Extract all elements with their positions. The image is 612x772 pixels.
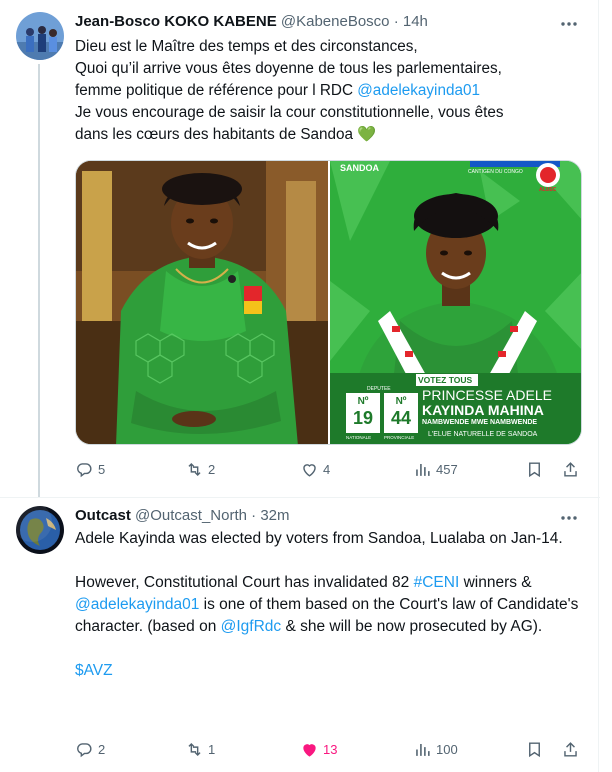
poster-name-line2: KAYINDA MAHINA bbox=[422, 402, 544, 418]
views-button[interactable]: 457 bbox=[413, 458, 458, 480]
tweet-actions: 2 1 13 100 bbox=[75, 738, 585, 760]
author-name[interactable]: Jean-Bosco KOKO KABENE bbox=[75, 13, 277, 30]
avatar-outcast[interactable] bbox=[16, 506, 64, 554]
bookmark-button[interactable] bbox=[525, 738, 544, 760]
repost-button[interactable]: 1 bbox=[185, 738, 215, 760]
mention-link-igfrdc[interactable]: @IgfRdc bbox=[221, 618, 282, 635]
avatar-image bbox=[16, 12, 64, 60]
poster-name-line3: NAMBWENDE MWE NAMBWENDE bbox=[422, 419, 538, 426]
reply-count: 5 bbox=[98, 461, 106, 477]
bookmark-icon bbox=[529, 741, 540, 757]
more-icon[interactable] bbox=[556, 14, 582, 34]
author-handle[interactable]: @KabeneBosco bbox=[281, 13, 390, 30]
repost-count: 1 bbox=[208, 741, 216, 757]
share-button[interactable] bbox=[561, 738, 580, 760]
photo-woman-green-dress bbox=[76, 161, 328, 444]
avatar-globe-image bbox=[16, 506, 64, 554]
bookmark-button[interactable] bbox=[525, 458, 544, 480]
poster-provincial-number: Nº 44 bbox=[384, 394, 418, 428]
text-line: dans les cœurs des habitants de Sandoa 💚 bbox=[75, 124, 585, 146]
text-segment: However, Constitutional Court has invali… bbox=[75, 574, 414, 591]
share-icon bbox=[564, 741, 577, 757]
reply-button[interactable]: 5 bbox=[75, 458, 105, 480]
text-line: Dieu est le Maître des temps et des circ… bbox=[75, 38, 418, 55]
tweet-2[interactable]: Outcast @Outcast_North · 32m Adele Kayin… bbox=[0, 498, 600, 772]
dot-separator: · bbox=[251, 507, 257, 524]
bookmark-icon bbox=[529, 461, 540, 477]
reply-button[interactable]: 2 bbox=[75, 738, 105, 760]
views-button[interactable]: 100 bbox=[413, 738, 458, 760]
provincial-number: 44 bbox=[390, 408, 412, 428]
poster-top-label: SANDOA bbox=[340, 163, 380, 173]
poster-national-number: Nº 19 bbox=[346, 394, 380, 428]
tweet-1[interactable]: Jean-Bosco KOKO KABENE @KabeneBosco · 14… bbox=[0, 0, 600, 498]
repost-button[interactable]: 2 bbox=[185, 458, 215, 480]
tweet-text: Dieu est le Maître des temps et des circ… bbox=[75, 36, 585, 146]
poster-party-label: CANTIGEN DU CONGO bbox=[468, 169, 523, 175]
green-heart-emoji: 💚 bbox=[357, 126, 377, 143]
tweet-text: Adele Kayinda was elected by voters from… bbox=[75, 528, 585, 682]
avatar-jean-bosco[interactable] bbox=[16, 12, 64, 60]
paragraph-2: However, Constitutional Court has invali… bbox=[75, 572, 580, 638]
photo-left[interactable] bbox=[76, 161, 328, 444]
tweet-header: Outcast @Outcast_North · 32m bbox=[75, 506, 290, 526]
repost-icon bbox=[188, 462, 201, 476]
more-icon[interactable] bbox=[556, 508, 582, 528]
like-icon bbox=[303, 743, 316, 757]
paragraph-3: $AVZ bbox=[75, 660, 585, 682]
thread-line bbox=[38, 64, 40, 498]
share-button[interactable] bbox=[561, 458, 580, 480]
share-icon bbox=[564, 461, 577, 477]
text-line: Quoi qu’il arrive vous êtes doyenne de t… bbox=[75, 60, 502, 77]
author-handle[interactable]: @Outcast_North bbox=[135, 507, 247, 524]
like-count: 4 bbox=[323, 461, 331, 477]
like-icon bbox=[303, 463, 316, 477]
views-count: 100 bbox=[436, 741, 458, 757]
text-segment: & she will be now prosecuted by AG). bbox=[281, 618, 543, 635]
like-button[interactable]: 13 bbox=[300, 738, 337, 760]
text-line: femme politique de référence pour l RDC … bbox=[75, 80, 585, 102]
paragraph-1: Adele Kayinda was elected by voters from… bbox=[75, 530, 563, 547]
hashtag-link[interactable]: #CENI bbox=[414, 574, 460, 591]
tweet-actions: 5 2 4 457 bbox=[75, 458, 585, 480]
poster-slogan: L'ELUE NATURELLE DE SANDOA bbox=[428, 431, 538, 438]
dot-separator: · bbox=[393, 13, 399, 30]
like-button[interactable]: 4 bbox=[300, 458, 330, 480]
repost-icon bbox=[188, 742, 201, 756]
cashtag-link[interactable]: $AVZ bbox=[75, 662, 113, 679]
mention-link[interactable]: @adelekayinda01 bbox=[357, 82, 480, 99]
tweet-header: Jean-Bosco KOKO KABENE @KabeneBosco · 14… bbox=[75, 12, 428, 32]
poster-national-label: NATIONALE bbox=[346, 435, 372, 440]
tweet-time[interactable]: 14h bbox=[403, 13, 428, 30]
poster-party-short: ALUSC bbox=[539, 187, 557, 193]
repost-count: 2 bbox=[208, 461, 216, 477]
tweet-time[interactable]: 32m bbox=[260, 507, 289, 524]
reply-count: 2 bbox=[98, 741, 106, 757]
views-icon bbox=[416, 463, 430, 476]
media-grid[interactable]: SANDOA CANTIGEN DU CONGO ALUSC VOTEZ TOU… bbox=[75, 160, 582, 445]
views-icon bbox=[416, 743, 430, 756]
mention-link[interactable]: @adelekayinda01 bbox=[75, 596, 199, 613]
like-count: 13 bbox=[323, 741, 338, 757]
reply-icon bbox=[77, 742, 92, 757]
poster-deputy-label: DEPUTEE bbox=[367, 386, 391, 392]
views-count: 457 bbox=[436, 461, 458, 477]
photo-right-campaign-poster[interactable]: SANDOA CANTIGEN DU CONGO ALUSC VOTEZ TOU… bbox=[330, 161, 581, 444]
poster-name-line1: PRINCESSE ADELE bbox=[422, 387, 552, 403]
text-segment: winners & bbox=[459, 574, 532, 591]
poster-vote-label: VOTEZ TOUS bbox=[418, 375, 473, 385]
text-segment: femme politique de référence pour l RDC bbox=[75, 82, 358, 99]
text-segment: dans les cœurs des habitants de Sandoa bbox=[75, 126, 354, 143]
poster-provincial-label: PROVINCIALE bbox=[384, 435, 415, 440]
national-number: 19 bbox=[352, 408, 374, 428]
text-line: Je vous encourage de saisir la cour cons… bbox=[75, 104, 504, 121]
author-name[interactable]: Outcast bbox=[75, 507, 131, 524]
reply-icon bbox=[77, 462, 92, 477]
